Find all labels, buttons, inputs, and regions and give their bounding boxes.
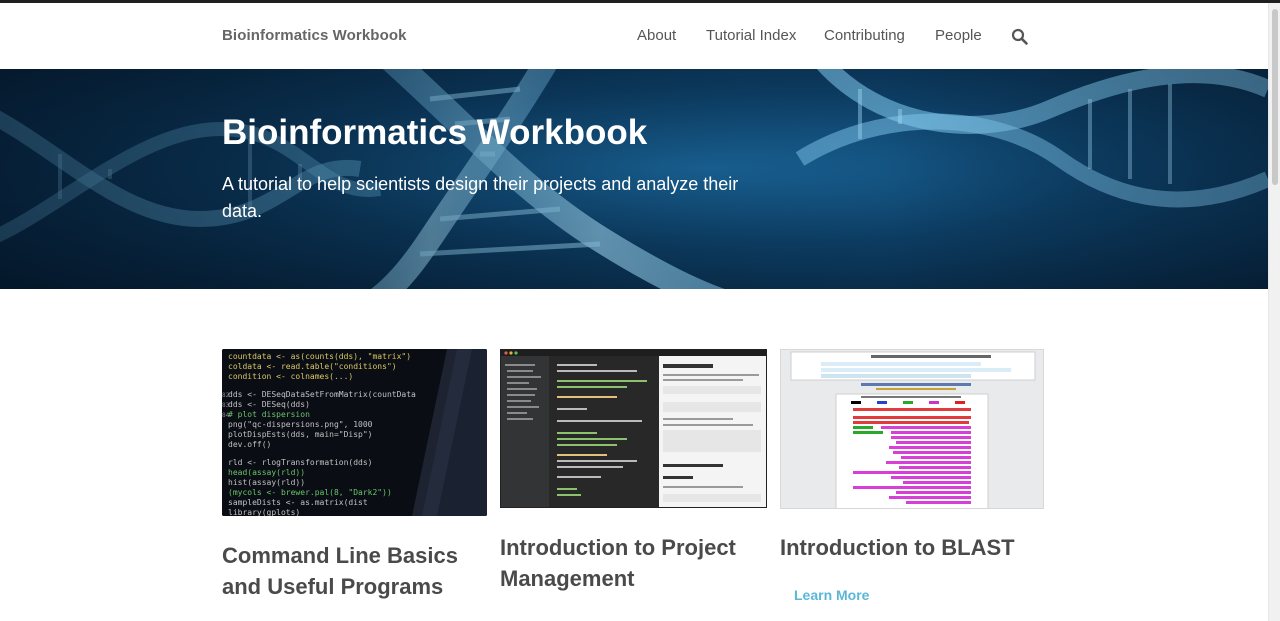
svg-text:(mycols <- brewer.pal(8, "Dark: (mycols <- brewer.pal(8, "Dark2")) — [228, 488, 392, 497]
svg-text:countdata <- as(counts(dds), ": countdata <- as(counts(dds), "matrix") — [228, 352, 411, 361]
hero-subtitle: A tutorial to help scientists design the… — [222, 174, 739, 221]
editor-screenshot-thumbnail[interactable] — [500, 349, 767, 508]
top-navbar: Bioinformatics Workbook About Tutorial I… — [0, 3, 1268, 69]
nav-link-about[interactable]: About — [637, 27, 676, 44]
svg-text:dds <- DESeq(dds): dds <- DESeq(dds) — [228, 400, 310, 409]
tutorial-card-project-management[interactable]: Introduction to Project Management — [500, 349, 767, 591]
card-title[interactable]: Introduction to Project Management — [500, 532, 767, 594]
nav-link-people[interactable]: People — [935, 27, 982, 44]
learn-more-link[interactable]: Learn More — [794, 587, 869, 603]
svg-text:83: 83 — [222, 402, 230, 409]
svg-text:condition <- colnames(...): condition <- colnames(...) — [228, 372, 353, 381]
svg-text:hist(assay(rld)): hist(assay(rld)) — [228, 478, 305, 487]
code-screen-thumbnail[interactable]: countdata <- as(counts(dds), "matrix") c… — [222, 349, 487, 516]
tutorial-card-command-line[interactable]: countdata <- as(counts(dds), "matrix") c… — [222, 349, 487, 599]
svg-text:head(assay(rld)): head(assay(rld)) — [228, 468, 305, 477]
svg-text:82: 82 — [222, 392, 230, 399]
svg-text:# plot dispersion: # plot dispersion — [228, 410, 310, 419]
card-title[interactable]: Introduction to BLAST — [780, 532, 1044, 563]
svg-text:rld <- rlogTransformation(dds): rld <- rlogTransformation(dds) — [228, 458, 373, 467]
svg-text:dds <- DESeqDataSetFromMatrix(: dds <- DESeqDataSetFromMatrix(countData — [228, 390, 416, 399]
svg-text:sampleDists <- as.matrix(dist: sampleDists <- as.matrix(dist — [228, 498, 368, 507]
nav-link-tutorial-index[interactable]: Tutorial Index — [706, 27, 796, 44]
blast-results-thumbnail[interactable] — [780, 349, 1044, 509]
hero-banner: Bioinformatics Workbook A tutorial to he… — [0, 69, 1268, 289]
svg-text:png("qc-dispersions.png", 1000: png("qc-dispersions.png", 1000 — [228, 420, 373, 429]
card-title[interactable]: Command Line Basics and Useful Programs — [222, 540, 487, 602]
brand-link[interactable]: Bioinformatics Workbook — [222, 27, 407, 44]
tutorial-card-blast[interactable]: Introduction to BLAST Learn More — [780, 349, 1044, 603]
nav-link-contributing[interactable]: Contributing — [824, 27, 905, 44]
scrollbar-thumb[interactable] — [1272, 9, 1278, 185]
vertical-scrollbar[interactable] — [1268, 3, 1280, 621]
hero-title: Bioinformatics Workbook — [222, 113, 648, 152]
svg-text:plotDispEsts(dds, main="Disp"): plotDispEsts(dds, main="Disp") — [228, 430, 373, 439]
svg-text:coldata <- read.table("conditi: coldata <- read.table("conditions") — [228, 362, 397, 371]
svg-text:84: 84 — [222, 412, 230, 419]
svg-text:library(gplots): library(gplots) — [228, 508, 300, 516]
svg-text:dev.off(): dev.off() — [228, 440, 271, 449]
search-icon[interactable] — [1011, 28, 1029, 46]
